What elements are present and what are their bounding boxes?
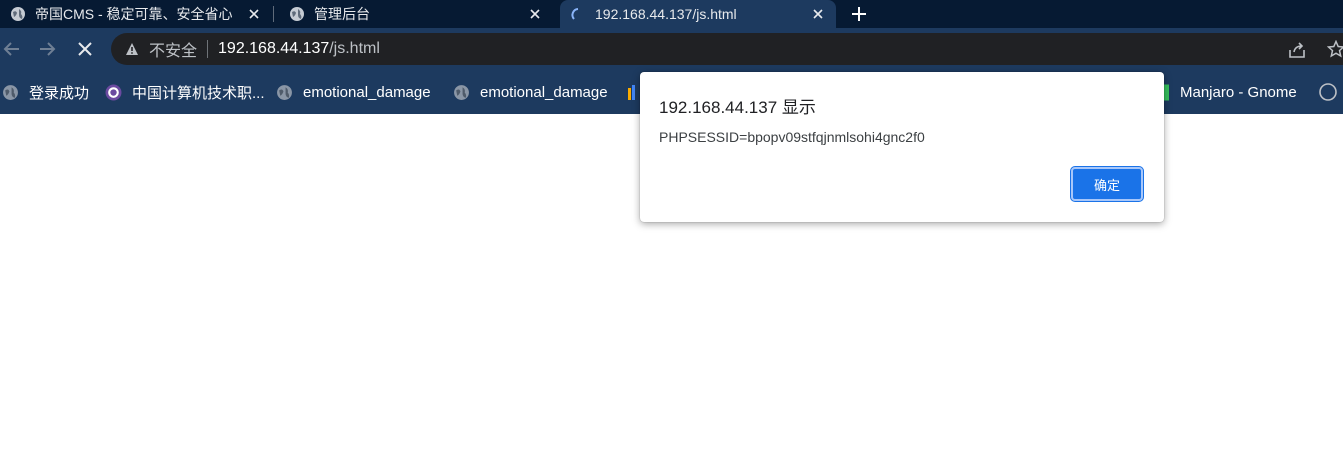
tab-label: 管理后台 [314, 6, 370, 22]
tab-label: 帝国CMS - 稳定可靠、安全省心 [35, 6, 233, 22]
dialog-title: 192.168.44.137 显示 [659, 98, 816, 117]
tab-empire-cms[interactable]: 帝国CMS - 稳定可靠、安全省心 [0, 0, 272, 28]
forward-button[interactable] [37, 38, 59, 60]
globe-icon [290, 7, 304, 21]
warning-icon[interactable] [125, 42, 139, 56]
arrow-left-icon [3, 42, 19, 56]
url-host: 192.168.44.137 [218, 40, 330, 57]
bookmark-label: emotional_damage [480, 83, 608, 101]
tab-strip: 帝国CMS - 稳定可靠、安全省心 管理后台 192.168.44.137/js… [0, 0, 1343, 28]
plus-icon [852, 7, 866, 21]
bookmark-item[interactable]: 登录成功 [2, 81, 89, 103]
close-icon [78, 42, 92, 56]
new-tab-button[interactable] [848, 3, 870, 25]
alert-dialog: 192.168.44.137 显示 PHPSESSID=bpopv09stfqj… [640, 72, 1164, 222]
bookmark-item-partial[interactable] [1318, 81, 1338, 103]
back-button[interactable] [0, 38, 22, 60]
url-path: /js.html [329, 40, 380, 57]
close-tab-icon[interactable] [810, 6, 826, 22]
close-tab-icon[interactable] [527, 6, 543, 22]
ok-button[interactable]: 确定 [1071, 167, 1143, 201]
bookmark-star-icon[interactable] [1327, 40, 1343, 58]
globe-icon [3, 84, 18, 100]
close-tab-icon[interactable] [246, 6, 262, 22]
loading-spinner-icon [571, 8, 579, 20]
share-icon[interactable] [1288, 41, 1306, 59]
bookmark-label: Manjaro - Gnome [1180, 83, 1297, 101]
bookmark-label: emotional_damage [303, 83, 431, 101]
stop-loading-button[interactable] [74, 38, 96, 60]
toolbar: 不安全 192.168.44.137/js.html [0, 28, 1343, 70]
address-divider [207, 40, 209, 58]
url-text[interactable]: 192.168.44.137/js.html [218, 40, 380, 58]
bookmark-favicon-icon [628, 85, 635, 100]
arrow-right-icon [40, 42, 56, 56]
address-bar[interactable]: 不安全 192.168.44.137/js.html [111, 33, 1343, 65]
tab-separator [273, 6, 274, 22]
bookmark-label: 登录成功 [29, 84, 90, 102]
tab-js-html[interactable]: 192.168.44.137/js.html [560, 0, 836, 28]
tab-admin[interactable]: 管理后台 [279, 0, 553, 28]
dialog-message: PHPSESSID=bpopv09stfqjnmlsohi4gnc2f0 [659, 129, 925, 145]
globe-icon [277, 84, 292, 100]
bookmark-item[interactable]: 中国计算机技术职... [105, 81, 265, 103]
security-status-label[interactable]: 不安全 [149, 37, 197, 61]
tab-label: 192.168.44.137/js.html [595, 6, 737, 22]
circle-icon [1319, 83, 1337, 101]
bookmark-item[interactable]: emotional_damage [276, 81, 431, 103]
globe-icon [11, 7, 25, 21]
site-logo-icon [105, 84, 122, 100]
bookmark-item-partial[interactable] [628, 81, 636, 103]
globe-icon [454, 84, 469, 100]
bookmark-item[interactable]: emotional_damage [453, 81, 608, 103]
bookmark-item[interactable]: Manjaro - Gnome [1162, 81, 1297, 103]
bookmark-label: 中国计算机技术职... [132, 84, 265, 102]
